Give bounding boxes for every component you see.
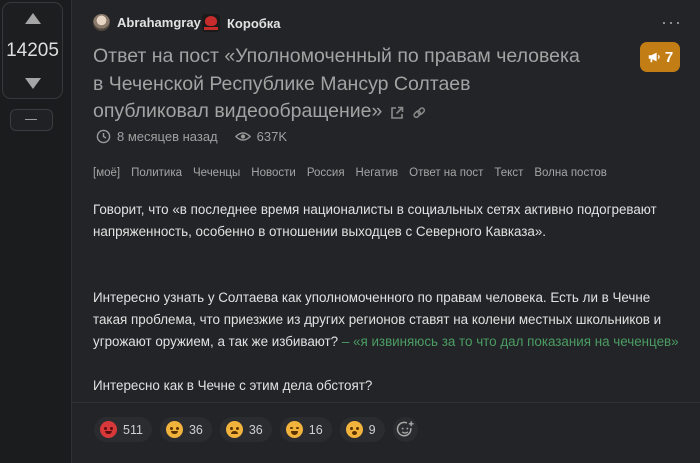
reaction-count: 36 bbox=[188, 422, 203, 437]
time-text: 8 месяцев назад bbox=[117, 129, 218, 144]
avatar bbox=[93, 14, 110, 31]
tag[interactable]: Чеченцы bbox=[193, 167, 240, 179]
paragraph: Говорит, что «в последнее время национал… bbox=[93, 202, 657, 239]
reaction-count: 36 bbox=[248, 422, 263, 437]
clock-icon bbox=[96, 129, 111, 144]
angry-emoji-icon bbox=[100, 421, 117, 438]
downvote-icon[interactable] bbox=[25, 78, 41, 89]
upvote-icon[interactable] bbox=[25, 13, 41, 24]
open-external-icon[interactable] bbox=[390, 101, 404, 129]
post-time: 8 месяцев назад bbox=[96, 129, 218, 144]
tag[interactable]: Волна постов bbox=[534, 167, 606, 179]
copy-link-icon[interactable] bbox=[412, 101, 426, 129]
tag[interactable]: Политика bbox=[131, 167, 182, 179]
post-card: Abrahamgray Коробка ··· 7 Ответ на пост … bbox=[71, 0, 700, 463]
awards-badge[interactable]: 7 bbox=[640, 42, 680, 72]
post-meta: 8 месяцев назад 637K bbox=[96, 129, 304, 144]
vote-rail: 14205 bbox=[0, 0, 72, 463]
author-name: Abrahamgray bbox=[117, 15, 201, 30]
scared-emoji-icon bbox=[345, 421, 363, 438]
post-views: 637K bbox=[234, 129, 288, 144]
reaction-happy[interactable]: 36 bbox=[159, 417, 212, 442]
post-body: Говорит, что «в последнее время национал… bbox=[93, 199, 683, 397]
collapse-button[interactable] bbox=[10, 109, 53, 131]
community-link[interactable]: Коробка bbox=[202, 14, 281, 32]
rating-value: 14205 bbox=[6, 40, 59, 61]
reaction-count: 9 bbox=[368, 422, 376, 437]
eye-icon bbox=[234, 132, 251, 141]
sad-emoji-icon bbox=[225, 421, 243, 438]
happy-emoji-icon bbox=[165, 421, 183, 438]
reaction-angry[interactable]: 511 bbox=[94, 417, 152, 442]
tag[interactable]: Негатив bbox=[356, 167, 399, 179]
add-emoji-icon bbox=[396, 421, 414, 437]
tag[interactable]: Текст bbox=[494, 167, 523, 179]
badge-count: 7 bbox=[664, 48, 674, 66]
tag-list: [моё] Политика Чеченцы Новости Россия Не… bbox=[93, 167, 607, 179]
reactions-bar: 511 36 36 16 9 bbox=[94, 417, 418, 442]
community-name: Коробка bbox=[227, 15, 281, 31]
community-logo bbox=[202, 14, 220, 32]
reaction-count: 511 bbox=[123, 422, 143, 437]
author-link[interactable]: Abrahamgray bbox=[93, 14, 201, 31]
laughing-emoji-icon bbox=[285, 421, 303, 438]
minus-icon bbox=[25, 119, 37, 120]
post-title-text: Ответ на пост «Уполномоченный по правам … bbox=[93, 45, 580, 122]
reaction-scared[interactable]: 9 bbox=[339, 417, 385, 442]
megaphone-icon bbox=[648, 52, 660, 63]
reaction-laughing[interactable]: 16 bbox=[279, 417, 332, 442]
paragraph: Интересно как в Чечне с этим дела обстоя… bbox=[93, 378, 373, 393]
tag[interactable]: Новости bbox=[251, 167, 296, 179]
post-title[interactable]: Ответ на пост «Уполномоченный по правам … bbox=[93, 43, 583, 129]
tag[interactable]: Россия bbox=[307, 167, 345, 179]
views-text: 637K bbox=[256, 129, 288, 144]
reaction-sad[interactable]: 36 bbox=[219, 417, 272, 442]
quote-link[interactable]: – «я извиняюсь за то что дал показания н… bbox=[342, 334, 679, 349]
divider bbox=[72, 402, 700, 403]
vote-box: 14205 bbox=[2, 2, 63, 99]
tag[interactable]: [моё] bbox=[93, 167, 120, 179]
more-options-icon[interactable]: ··· bbox=[661, 13, 682, 31]
paragraph: Интересно узнать у Солтаева как уполномо… bbox=[93, 287, 683, 353]
reaction-count: 16 bbox=[308, 422, 323, 437]
tag[interactable]: Ответ на пост bbox=[409, 167, 483, 179]
add-reaction-button[interactable] bbox=[392, 417, 418, 442]
